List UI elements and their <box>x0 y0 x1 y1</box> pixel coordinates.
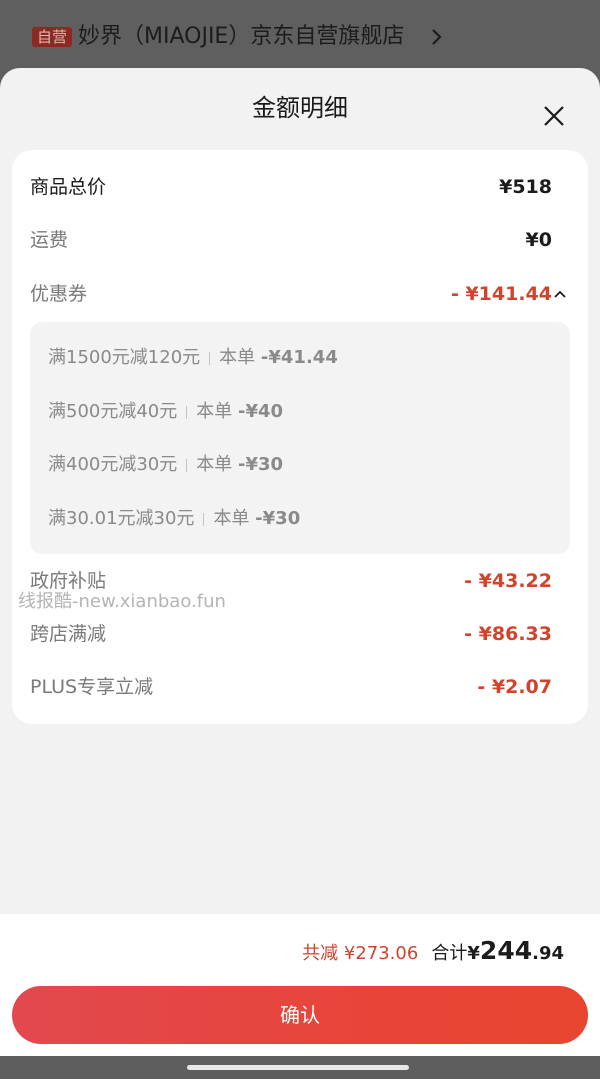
coupon-scope: 本单 <box>196 401 233 422</box>
row-value: - ¥86.33 <box>464 623 552 645</box>
list-item: 满30.01元减30元 本单 -¥30 <box>48 504 300 534</box>
coupon-amount: -¥41.44 <box>260 347 338 368</box>
coupon-scope: 本单 <box>213 508 250 529</box>
chevron-up-icon[interactable] <box>554 289 566 299</box>
coupon-rule: 满400元减30元 <box>48 454 178 475</box>
divider <box>209 351 211 365</box>
coupon-scope: 本单 <box>219 347 256 368</box>
confirm-button[interactable]: 确认 <box>12 986 588 1044</box>
list-item: 满500元减40元 本单 -¥40 <box>48 397 283 427</box>
total-summary: 共减 ¥273.06 合计¥244.94 <box>302 936 564 972</box>
coupon-rule: 满30.01元减30元 <box>48 508 195 529</box>
close-icon[interactable] <box>538 100 570 132</box>
divider <box>203 512 205 526</box>
detail-card: 商品总价 ¥518 运费 ¥0 优惠券 - ¥141.44 满1500元减120… <box>12 150 588 724</box>
coupon-amount: -¥30 <box>238 454 284 475</box>
list-item: 满400元减30元 本单 -¥30 <box>48 450 283 480</box>
row-label: 优惠券 <box>30 283 88 305</box>
coupon-amount: -¥30 <box>255 508 301 529</box>
row-label: 运费 <box>30 229 69 251</box>
row-label: 商品总价 <box>30 176 107 198</box>
total-decimal: .94 <box>532 943 564 964</box>
home-indicator-pill <box>187 1065 409 1070</box>
divider <box>186 405 188 419</box>
row-value: ¥518 <box>499 176 552 198</box>
row-coupon[interactable]: 优惠券 - ¥141.44 <box>30 279 566 309</box>
watermark: 线报酷-new.xianbao.fun <box>18 591 226 612</box>
coupon-rule: 满1500元减120元 <box>48 347 201 368</box>
row-value: ¥0 <box>525 229 552 251</box>
home-indicator <box>0 1056 600 1079</box>
total-label: 合计 <box>431 943 468 964</box>
row-goods-total: 商品总价 ¥518 <box>30 172 552 202</box>
row-cross-store: 跨店满减 - ¥86.33 <box>30 619 552 649</box>
coupon-amount: -¥40 <box>238 401 284 422</box>
total-integer: 244 <box>479 936 533 965</box>
coupon-list: 满1500元减120元 本单 -¥41.44 满500元减40元 本单 -¥40 满… <box>30 322 570 554</box>
self-operated-badge: 自营 <box>32 27 73 47</box>
row-value: - ¥43.22 <box>464 570 552 592</box>
row-plus: PLUS专享立减 - ¥2.07 <box>30 672 552 702</box>
row-label: 跨店满减 <box>30 623 107 645</box>
store-name[interactable]: 妙界（MIAOJIE）京东自营旗舰店 <box>78 22 404 52</box>
row-shipping: 运费 ¥0 <box>30 225 552 255</box>
total-currency: ¥ <box>467 943 480 964</box>
coupon-rule: 满500元减40元 <box>48 401 178 422</box>
row-value: - ¥141.44 <box>450 283 552 305</box>
total-reduce: 共减 ¥273.06 <box>302 943 419 964</box>
sheet-title: 金额明细 <box>252 94 348 122</box>
divider <box>186 458 188 472</box>
footer-bar: 共减 ¥273.06 合计¥244.94 确认 <box>0 914 600 1079</box>
list-item: 满1500元减120元 本单 -¥41.44 <box>48 343 338 373</box>
chevron-right-icon <box>432 29 442 45</box>
row-value: - ¥2.07 <box>477 676 552 698</box>
coupon-scope: 本单 <box>196 454 233 475</box>
row-label: PLUS专享立减 <box>30 676 154 698</box>
